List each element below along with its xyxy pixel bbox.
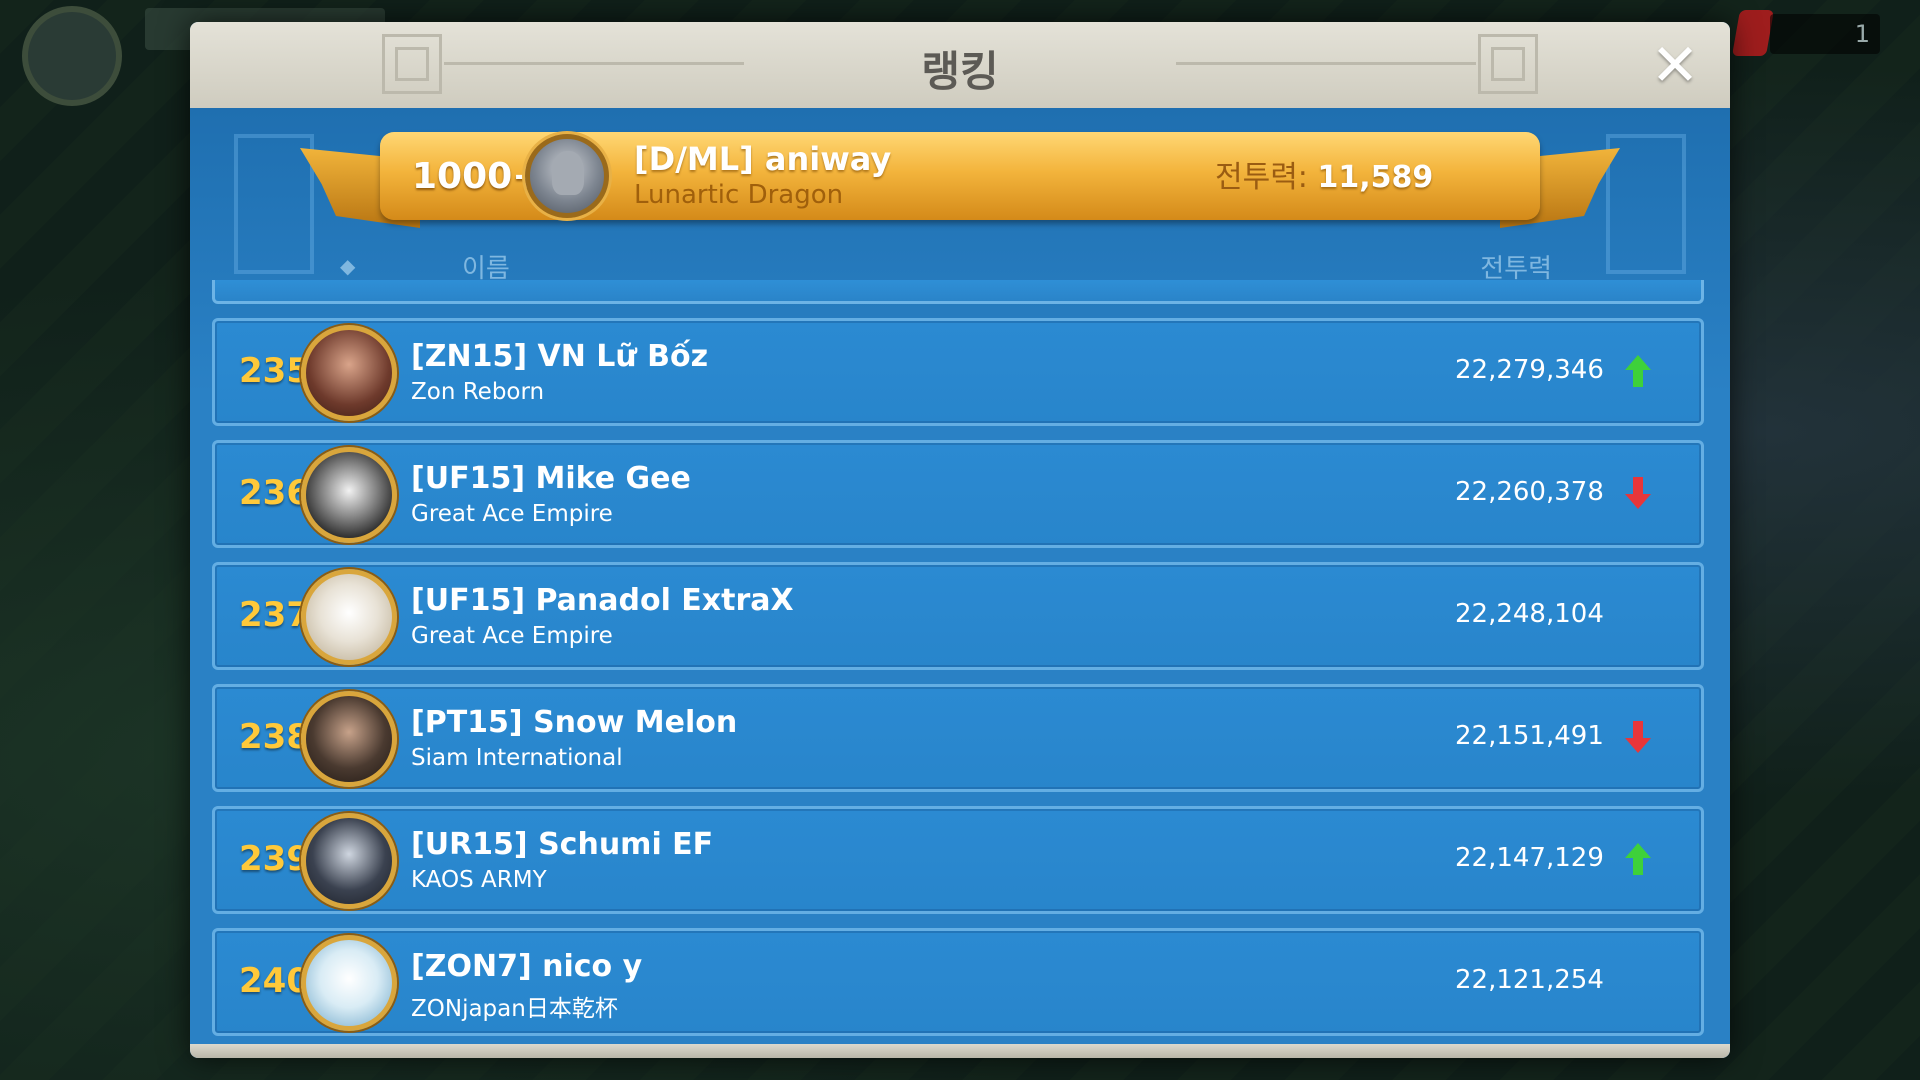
player-avatar[interactable] xyxy=(301,813,397,909)
close-icon[interactable]: ✕ xyxy=(1651,31,1700,99)
player-power: 22,151,491 xyxy=(1455,721,1604,751)
rank-number: 236 xyxy=(239,473,310,513)
rank-number: 239 xyxy=(239,839,310,879)
ranking-list[interactable]: 235 [ZN15] VN Lữ Bốz Zon Reborn 22,279,3… xyxy=(212,280,1704,1058)
rank-number: 237 xyxy=(239,595,310,635)
my-player-name: [D/ML] aniway xyxy=(634,140,892,178)
player-avatar[interactable] xyxy=(301,447,397,543)
player-power: 22,147,129 xyxy=(1455,843,1604,873)
alliance-name: Siam International xyxy=(411,745,623,771)
alliance-name: ZONjapan日本乾杯 xyxy=(411,996,618,1022)
player-name: [UF15] Mike Gee xyxy=(411,461,691,496)
alliance-name: Zon Reborn xyxy=(411,379,545,405)
border-ornament-right xyxy=(1606,134,1686,274)
rank-number: 240 xyxy=(239,961,310,1001)
list-item[interactable]: 240 [ZON7] nico y ZONjapan日本乾杯 22,121,25… xyxy=(212,928,1704,1036)
background-counter: 1 xyxy=(1770,14,1880,54)
my-power-value: 11,589 xyxy=(1317,160,1434,195)
player-name: [ZON7] nico y xyxy=(411,949,643,984)
alliance-name: KAOS ARMY xyxy=(411,867,547,893)
my-rank-number: 1000+ xyxy=(412,156,543,197)
trend-down-icon xyxy=(1625,477,1651,509)
modal-bottom-edge xyxy=(190,1044,1730,1058)
close-button[interactable]: ✕ xyxy=(1646,36,1704,94)
trend-down-icon xyxy=(1625,721,1651,753)
alliance-name: Great Ace Empire xyxy=(411,501,613,527)
my-avatar[interactable] xyxy=(525,134,609,218)
rank-number: 238 xyxy=(239,717,310,757)
player-avatar[interactable] xyxy=(301,325,397,421)
my-alliance-name: Lunartic Dragon xyxy=(634,180,844,210)
rank-column-marker: ◆ xyxy=(340,254,356,278)
list-item[interactable]: 238 [PT15] Snow Melon Siam International… xyxy=(212,684,1704,792)
ranking-modal: 랭킹 ✕ 1000+ [D/ML] aniway Lunartic Dragon… xyxy=(190,22,1730,1058)
list-item[interactable]: 239 [UR15] Schumi EF KAOS ARMY 22,147,12… xyxy=(212,806,1704,914)
player-avatar[interactable] xyxy=(301,935,397,1031)
player-power: 22,260,378 xyxy=(1455,477,1604,507)
player-power: 22,121,254 xyxy=(1455,965,1604,995)
background-player-avatar xyxy=(22,6,122,106)
player-avatar[interactable] xyxy=(301,569,397,665)
player-power: 22,279,346 xyxy=(1455,355,1604,385)
alliance-name: Great Ace Empire xyxy=(411,623,613,649)
player-avatar[interactable] xyxy=(301,691,397,787)
rank-number: 235 xyxy=(239,351,310,391)
trend-up-icon xyxy=(1625,355,1651,387)
player-name: [ZN15] VN Lữ Bốz xyxy=(411,339,709,374)
list-item[interactable]: 237 [UF15] Panadol ExtraX Great Ace Empi… xyxy=(212,562,1704,670)
modal-title: 랭킹 xyxy=(921,47,999,96)
player-power: 22,248,104 xyxy=(1455,599,1604,629)
list-item-partial xyxy=(212,280,1704,304)
player-name: [PT15] Snow Melon xyxy=(411,705,738,740)
modal-header: 랭킹 ✕ xyxy=(190,22,1730,111)
trend-up-icon xyxy=(1625,843,1651,875)
player-name: [UR15] Schumi EF xyxy=(411,827,714,862)
border-ornament-left xyxy=(234,134,314,274)
player-name: [UF15] Panadol ExtraX xyxy=(411,583,794,618)
my-power: 전투력: 11,589 xyxy=(1215,152,1433,196)
my-power-label: 전투력: xyxy=(1215,160,1318,195)
list-item[interactable]: 235 [ZN15] VN Lữ Bốz Zon Reborn 22,279,3… xyxy=(212,318,1704,426)
list-item[interactable]: 236 [UF15] Mike Gee Great Ace Empire 22,… xyxy=(212,440,1704,548)
